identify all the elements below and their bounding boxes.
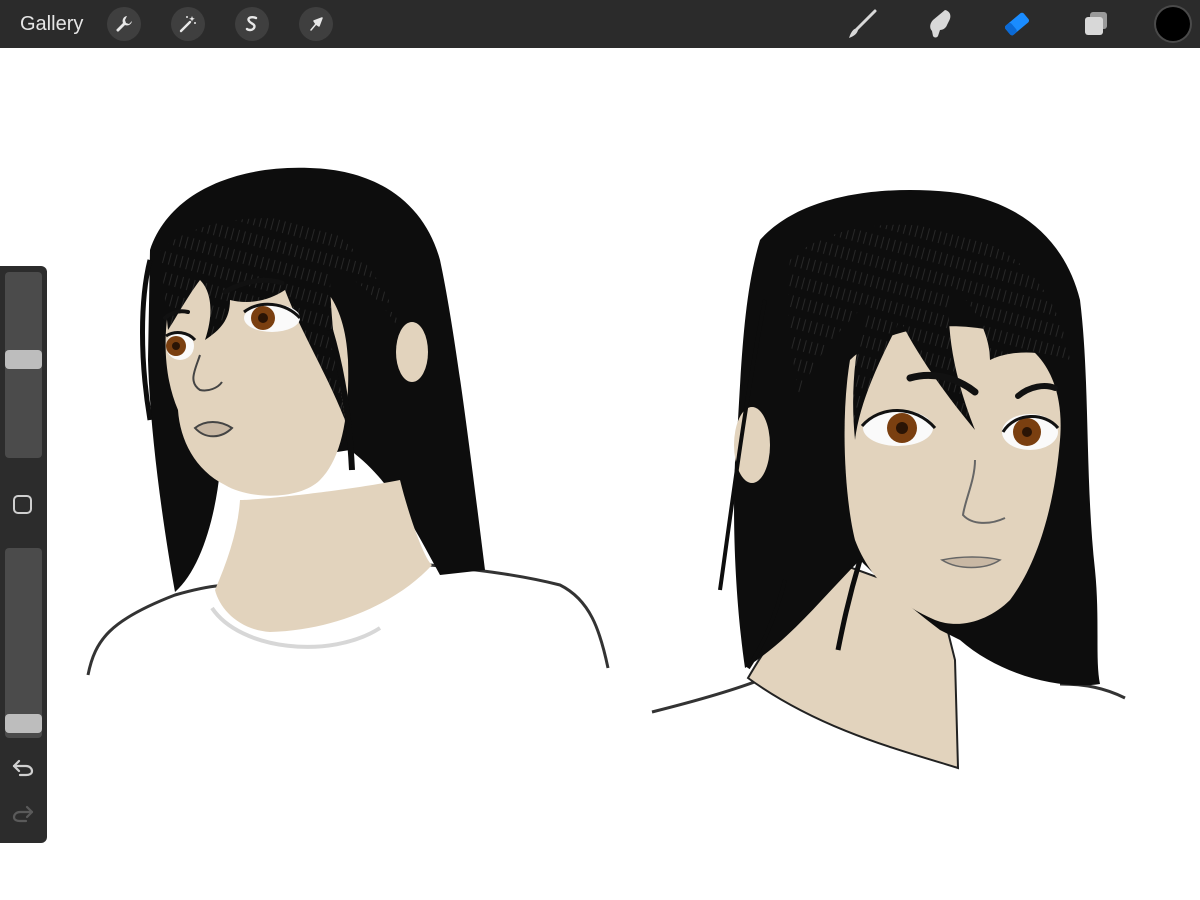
redo-icon: [12, 805, 34, 823]
selection-s-icon: [245, 16, 258, 32]
brush-size-thumb[interactable]: [5, 350, 42, 369]
transform-arrow-icon: [310, 17, 323, 31]
smudge-icon: [930, 10, 951, 38]
transform-button[interactable]: [299, 7, 333, 41]
opacity-slider[interactable]: [5, 548, 42, 738]
drawing-canvas[interactable]: [0, 48, 1200, 900]
actions-button[interactable]: [107, 7, 141, 41]
layers-icon: [1085, 12, 1107, 35]
gallery-button[interactable]: Gallery: [20, 12, 83, 36]
magic-wand-icon: [179, 16, 196, 33]
selection-button[interactable]: [235, 7, 269, 41]
undo-button[interactable]: [10, 754, 36, 780]
layers-button[interactable]: [1078, 6, 1114, 42]
redo-button[interactable]: [10, 800, 36, 826]
eraser-tool[interactable]: [999, 6, 1035, 42]
left-neck: [215, 480, 432, 632]
left-character-drawing: [86, 167, 610, 676]
adjustments-button[interactable]: [171, 7, 205, 41]
modify-button[interactable]: [13, 495, 32, 514]
left-ear: [396, 322, 428, 382]
right-shoulder-outline: [651, 676, 766, 714]
brush-tool[interactable]: [844, 6, 880, 42]
brush-icon: [849, 9, 877, 38]
left-sidebar: [0, 266, 47, 843]
eraser-icon: [1004, 12, 1030, 36]
right-character-drawing: [651, 189, 1126, 770]
opacity-thumb[interactable]: [5, 714, 42, 733]
undo-icon: [12, 759, 34, 777]
smudge-tool[interactable]: [922, 6, 958, 42]
wrench-icon: [116, 16, 132, 32]
top-toolbar: Gallery: [0, 0, 1200, 48]
brush-size-slider[interactable]: [5, 272, 42, 458]
color-picker-button[interactable]: [1156, 7, 1190, 41]
